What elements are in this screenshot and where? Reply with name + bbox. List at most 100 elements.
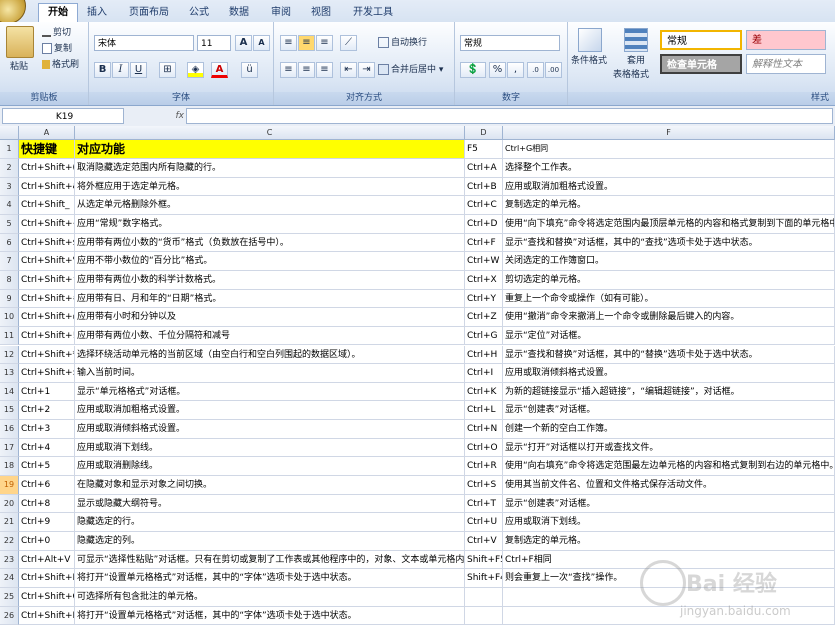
comma-button[interactable]: ,: [507, 62, 524, 78]
header-cell-f[interactable]: Ctrl+G相同: [503, 140, 835, 159]
cell-shortcut[interactable]: Ctrl+Shift+*: [19, 345, 75, 365]
row-header[interactable]: 25: [0, 587, 19, 607]
cell-shortcut[interactable]: Ctrl+0: [19, 532, 75, 551]
cell-shortcut[interactable]: Ctrl+Shift+P: [19, 606, 75, 626]
cell-shortcut[interactable]: Ctrl+Shift+!: [19, 326, 75, 346]
row-header[interactable]: 8: [0, 270, 19, 290]
cell-function[interactable]: 隐藏选定的行。: [75, 513, 465, 532]
select-all-corner[interactable]: [0, 126, 19, 140]
tab-1[interactable]: 插入: [78, 4, 116, 22]
header-function[interactable]: 对应功能: [75, 140, 465, 159]
cell-shortcut[interactable]: Ctrl+9: [19, 513, 75, 532]
row-header[interactable]: 1: [0, 140, 19, 159]
copy-button[interactable]: 复制: [42, 42, 72, 56]
align-right-button[interactable]: ≡: [316, 62, 333, 78]
cell-shortcut[interactable]: Ctrl+8: [19, 494, 75, 514]
bold-button[interactable]: B: [94, 62, 111, 78]
row-header[interactable]: 3: [0, 177, 19, 197]
grow-font-button[interactable]: A: [235, 35, 252, 51]
increase-indent-button[interactable]: ⇥: [358, 62, 375, 78]
row-header[interactable]: 9: [0, 289, 19, 309]
cell-function[interactable]: 应用或取消倾斜格式设置。: [75, 420, 465, 439]
insert-function-button[interactable]: fx: [128, 108, 185, 124]
office-button[interactable]: [0, 0, 26, 24]
font-size-select[interactable]: 11: [197, 35, 231, 51]
row-header[interactable]: 13: [0, 364, 19, 383]
cell-function-2[interactable]: 使用“向右填充”命令将选定范围最左边单元格的内容和格式复制到右边的单元格中。: [503, 457, 835, 477]
row-header[interactable]: 5: [0, 214, 19, 234]
cell-shortcut-2[interactable]: Ctrl+T: [465, 494, 503, 514]
cell-shortcut-2[interactable]: Ctrl+V: [465, 532, 503, 551]
cell-shortcut[interactable]: Ctrl+Shift+F: [19, 569, 75, 588]
name-box[interactable]: K19: [2, 108, 124, 124]
cell-shortcut[interactable]: Ctrl+2: [19, 401, 75, 421]
cell-function-2[interactable]: 复制选定的单元格。: [503, 532, 835, 551]
cell-shortcut-2[interactable]: Shift+F5: [465, 550, 503, 570]
style-explanatory[interactable]: 解释性文本: [746, 54, 826, 74]
cell-function[interactable]: 取消隐藏选定范围内所有隐藏的行。: [75, 159, 465, 178]
cell-shortcut-2[interactable]: [465, 606, 503, 626]
cell-shortcut-2[interactable]: [465, 587, 503, 607]
cell-function[interactable]: 应用带有两位小数的“货币”格式（负数放在括号中）。: [75, 233, 465, 253]
cell-shortcut-2[interactable]: Ctrl+A: [465, 159, 503, 178]
cell-function-2[interactable]: 剪切选定的单元格。: [503, 270, 835, 290]
merge-center-button[interactable]: 合并后居中 ▾: [378, 63, 443, 77]
cell-shortcut[interactable]: Ctrl+Shift_: [19, 196, 75, 215]
cell-shortcut[interactable]: Ctrl+1: [19, 382, 75, 402]
cell-shortcut[interactable]: Ctrl+6: [19, 476, 75, 495]
column-header-f[interactable]: F: [503, 126, 835, 140]
format-table-button[interactable]: 套用: [627, 54, 645, 68]
cell-function[interactable]: 应用或取消删除线。: [75, 457, 465, 477]
cell-function-2[interactable]: 复制选定的单元格。: [503, 196, 835, 215]
cell-shortcut-2[interactable]: Ctrl+D: [465, 214, 503, 234]
column-header-a[interactable]: A: [19, 126, 75, 140]
cell-function[interactable]: 显示“单元格格式”对话框。: [75, 382, 465, 402]
cell-shortcut[interactable]: Ctrl+Shift+@: [19, 308, 75, 327]
border-button[interactable]: ⊞: [159, 62, 176, 78]
cell-function[interactable]: 将打开“设置单元格格式”对话框，其中的“字体”选项卡处于选中状态。: [75, 569, 465, 588]
row-header[interactable]: 24: [0, 569, 19, 588]
cell-function[interactable]: 从选定单元格删除外框。: [75, 196, 465, 215]
align-center-button[interactable]: ≡: [298, 62, 315, 78]
decrease-decimal-button[interactable]: .00: [545, 62, 562, 78]
shrink-font-button[interactable]: A: [253, 35, 270, 51]
tab-2[interactable]: 页面布局: [120, 4, 178, 22]
cell-shortcut[interactable]: Ctrl+3: [19, 420, 75, 439]
cell-shortcut-2[interactable]: Ctrl+I: [465, 364, 503, 383]
row-header[interactable]: 16: [0, 420, 19, 439]
align-middle-button[interactable]: ≡: [298, 35, 315, 51]
row-header[interactable]: 17: [0, 438, 19, 458]
row-header[interactable]: 11: [0, 326, 19, 346]
cell-shortcut[interactable]: Ctrl+4: [19, 438, 75, 458]
cell-shortcut-2[interactable]: Ctrl+X: [465, 270, 503, 290]
cell-shortcut-2[interactable]: Ctrl+F: [465, 233, 503, 253]
cell-shortcut-2[interactable]: Ctrl+W: [465, 252, 503, 271]
row-header[interactable]: 6: [0, 233, 19, 253]
style-check-cell[interactable]: 检查单元格: [660, 54, 742, 74]
row-header[interactable]: 7: [0, 252, 19, 271]
row-header[interactable]: 23: [0, 550, 19, 570]
cell-shortcut[interactable]: Ctrl+Shift+$: [19, 233, 75, 253]
row-header[interactable]: 10: [0, 308, 19, 327]
underline-button[interactable]: U: [130, 62, 147, 78]
cell-shortcut-2[interactable]: Ctrl+G: [465, 326, 503, 346]
align-left-button[interactable]: ≡: [280, 62, 297, 78]
row-header[interactable]: 22: [0, 532, 19, 551]
formula-input[interactable]: [186, 108, 833, 124]
row-header[interactable]: 4: [0, 196, 19, 215]
style-bad[interactable]: 差: [746, 30, 826, 50]
font-color-button[interactable]: A: [211, 62, 228, 78]
tab-6[interactable]: 视图: [302, 4, 340, 22]
cell-shortcut[interactable]: Ctrl+Alt+V: [19, 550, 75, 570]
decrease-indent-button[interactable]: ⇤: [340, 62, 357, 78]
align-top-button[interactable]: ≡: [280, 35, 297, 51]
tab-4[interactable]: 数据: [220, 4, 258, 22]
cell-shortcut-2[interactable]: Ctrl+U: [465, 513, 503, 532]
cell-function[interactable]: 选择环绕活动单元格的当前区域（由空白行和空白列围起的数据区域）。: [75, 345, 465, 365]
cell-shortcut[interactable]: Ctrl+Shift+%: [19, 252, 75, 271]
row-header[interactable]: 21: [0, 513, 19, 532]
format-table-icon[interactable]: [624, 28, 648, 52]
cut-button[interactable]: 剪切: [42, 26, 71, 40]
cell-function[interactable]: 应用或取消下划线。: [75, 438, 465, 458]
column-header-d[interactable]: D: [465, 126, 503, 140]
